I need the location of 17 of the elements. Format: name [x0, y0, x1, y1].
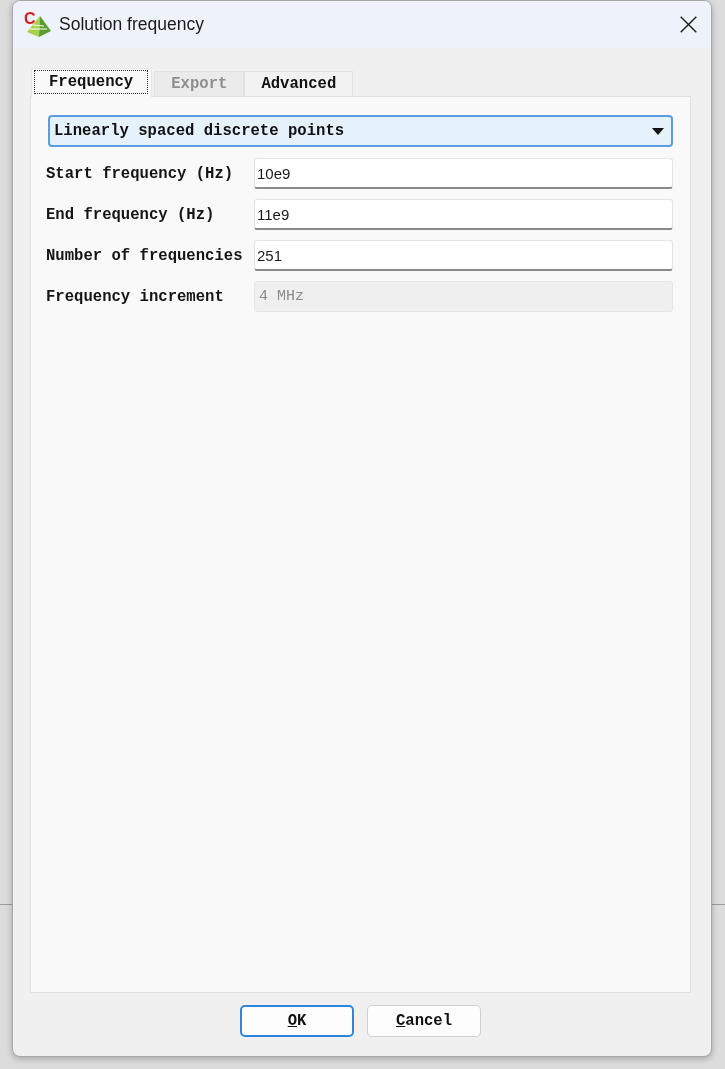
field-label: Start frequency (Hz): [46, 164, 235, 183]
input-field[interactable]: 10e9: [254, 158, 673, 189]
ok-button[interactable]: OK: [240, 1005, 354, 1037]
window-title: Solution frequency: [59, 14, 205, 35]
input-field: 4 MHz: [254, 281, 673, 312]
close-button[interactable]: [680, 16, 697, 33]
close-icon: [680, 16, 697, 33]
caret-icon: [652, 127, 664, 135]
tab[interactable]: Advanced: [244, 71, 354, 96]
cancel-button[interactable]: Cancel: [367, 1005, 481, 1037]
input-field[interactable]: 11e9: [254, 199, 673, 230]
field-label: Frequency increment: [46, 287, 225, 306]
field-label: End frequency (Hz): [46, 205, 216, 224]
input-field[interactable]: 251: [254, 240, 673, 271]
dropdown[interactable]: Linearly spaced discrete points: [48, 115, 673, 147]
field-label: Number of frequencies: [46, 246, 244, 265]
tab[interactable]: Frequency: [31, 68, 153, 97]
